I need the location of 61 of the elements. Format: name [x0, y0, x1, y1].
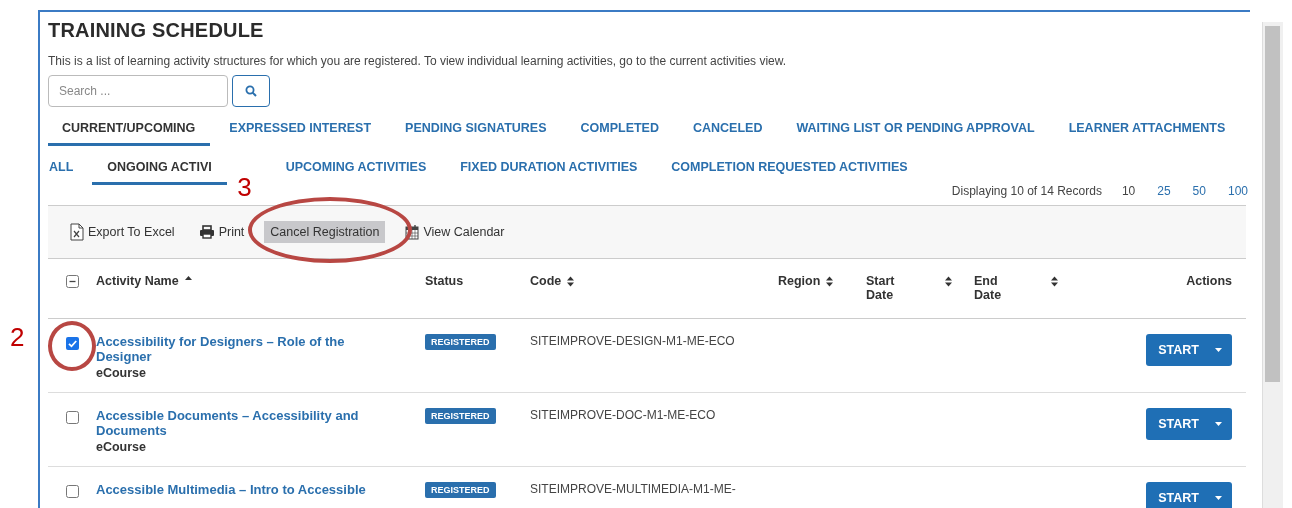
- search-button[interactable]: [232, 75, 270, 107]
- document-x-icon: [70, 223, 84, 241]
- column-header[interactable]: End Date: [974, 274, 1010, 302]
- tab[interactable]: PENDING SIGNATURES: [390, 121, 562, 146]
- annotation-number: 2: [10, 324, 25, 350]
- activity-type: eCourse: [96, 440, 147, 454]
- column-header[interactable]: Status: [425, 274, 464, 288]
- tab[interactable]: LEARNER ATTACHMENTS: [1053, 121, 1241, 146]
- column-header[interactable]: Actions: [1186, 274, 1232, 288]
- tab[interactable]: COMPLETION REQUESTED ACTIVITIES: [656, 160, 923, 185]
- start-button[interactable]: START: [1146, 408, 1232, 440]
- activity-link[interactable]: Accessible Documents – Accessibility and Documents: [96, 408, 378, 438]
- column-header[interactable]: Start Date: [866, 274, 902, 302]
- caret-icon: [1215, 348, 1222, 352]
- start-button[interactable]: START: [1146, 482, 1232, 508]
- tab[interactable]: CURRENT/UPCOMING: [48, 121, 211, 146]
- checkbox[interactable]: [65, 337, 79, 350]
- activity-type: eCourse: [96, 366, 147, 380]
- toolbar-button[interactable]: View Calendar: [401, 221, 509, 243]
- caret-icon: [1215, 496, 1222, 500]
- start-button[interactable]: START: [1146, 334, 1232, 366]
- checkbox[interactable]: [65, 411, 79, 424]
- description-text: This is a list of learning activity structures for which you are registered. To view individual learning activities, go to the current activities view.: [48, 54, 788, 68]
- tab[interactable]: ALL: [48, 160, 89, 185]
- toolbar-button[interactable]: Cancel Registration: [264, 221, 386, 243]
- status-badge: REGISTERED: [425, 482, 496, 498]
- status-badge: REGISTERED: [425, 334, 496, 350]
- tab[interactable]: FIXED DURATION ACTIVITIES: [445, 160, 653, 185]
- search-field[interactable]: Search ...: [48, 75, 228, 107]
- page-size-link[interactable]: 50: [1192, 184, 1206, 198]
- scrollbar-thumb[interactable]: [1265, 26, 1280, 382]
- page-size-link[interactable]: 10: [1121, 184, 1136, 198]
- checkbox[interactable]: [65, 275, 79, 288]
- page-size-link[interactable]: 25: [1157, 184, 1171, 198]
- search-icon: [245, 85, 257, 97]
- toolbar-button[interactable]: Export To Excel: [66, 220, 179, 244]
- activity-code: SITEIMPROVE-DOC-M1-ME-ECO: [530, 408, 716, 422]
- column-header[interactable]: Region: [778, 274, 821, 288]
- activity-link[interactable]: Accessibility for Designers – Role of the Designer: [96, 334, 378, 364]
- annotation-ellipse: [48, 321, 96, 371]
- checkbox[interactable]: [65, 485, 79, 498]
- caret-icon: [1215, 422, 1222, 426]
- tab[interactable]: CANCELED: [678, 121, 778, 146]
- tab[interactable]: COMPLETED: [565, 121, 674, 146]
- toolbar-button[interactable]: Print: [194, 222, 249, 242]
- column-header[interactable]: Code: [530, 274, 562, 288]
- tab[interactable]: WAITING LIST OR PENDING APPROVAL: [781, 121, 1050, 146]
- tab[interactable]: EXPRESSED INTEREST: [214, 121, 387, 146]
- page-title: TRAINING SCHEDULE: [48, 18, 265, 42]
- column-header[interactable]: Activity Name: [96, 274, 179, 288]
- activity-link[interactable]: Accessible Multimedia – Intro to Accessible: [96, 482, 378, 497]
- status-badge: REGISTERED: [425, 408, 496, 424]
- page-size-link[interactable]: 100: [1227, 184, 1248, 198]
- tab[interactable]: UPCOMING ACTIVITIES: [270, 160, 442, 185]
- scrollbar[interactable]: [1262, 22, 1283, 508]
- tab[interactable]: ONGOING ACTIVI: [92, 160, 227, 185]
- annotation-number: 3: [237, 174, 252, 200]
- activity-code: SITEIMPROVE-MULTIMEDIA-M1-ME-: [530, 482, 736, 496]
- activity-code: SITEIMPROVE-DESIGN-M1-ME-ECO: [530, 334, 735, 348]
- printer-icon: [198, 225, 215, 239]
- record-count: Displaying 10 of 14 Records: [951, 184, 1102, 198]
